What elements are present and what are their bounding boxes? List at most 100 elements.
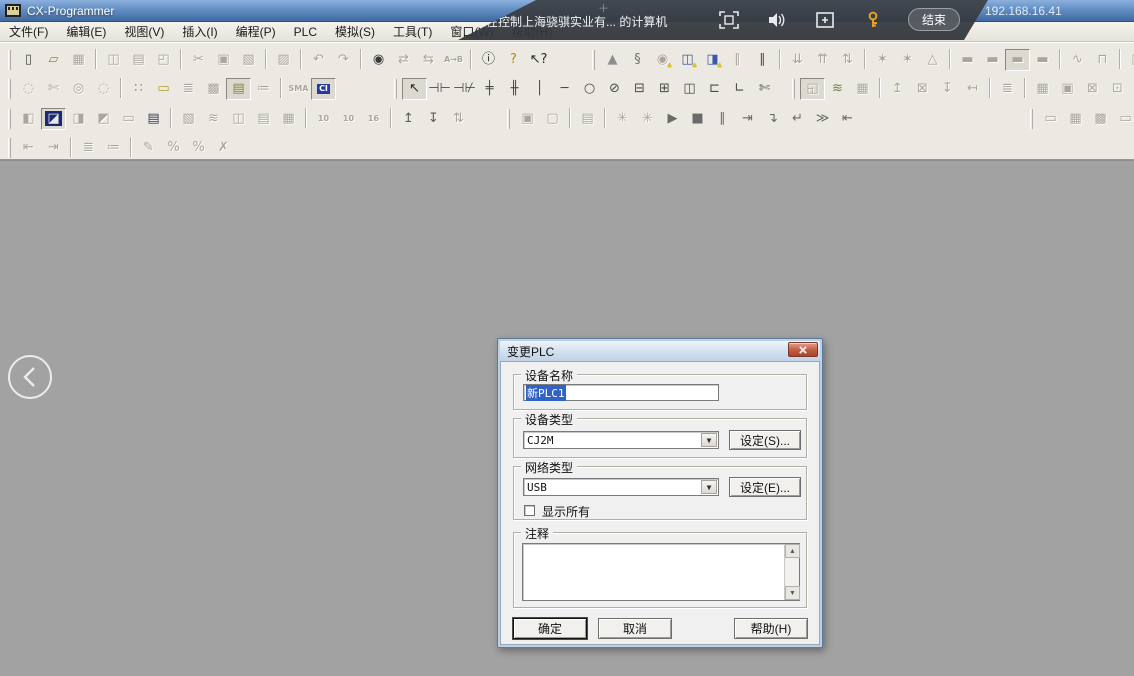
toolbar-grip[interactable] (792, 79, 795, 99)
zoom-to-fit-icon[interactable]: ◌ (16, 78, 41, 100)
monitor-window-icon[interactable]: ▦ (1030, 78, 1055, 100)
toolbar-grip[interactable] (507, 109, 510, 129)
marker-clear-icon[interactable]: ✗ (211, 137, 236, 159)
function-block-icon[interactable]: ◫ (677, 78, 702, 100)
show-all-checkbox[interactable] (524, 505, 535, 516)
rung-annotation-list-icon[interactable]: ≣ (176, 78, 201, 100)
zoom-custom-icon[interactable]: ✄ (41, 78, 66, 100)
ok-button[interactable]: 确定 (513, 618, 587, 639)
work-online-simulator-icon[interactable]: § (625, 49, 650, 71)
pin-icon[interactable]: ＋ (598, 0, 609, 16)
save-project-icon[interactable]: ▦ (66, 49, 91, 71)
help-button[interactable]: 帮助(H) (734, 618, 808, 639)
find-icon[interactable]: ◉ (366, 49, 391, 71)
marker-percent-2-icon[interactable]: % (186, 137, 211, 159)
scroll-down-icon[interactable]: ▼ (785, 586, 800, 600)
menu-edit[interactable]: 编辑(E) (57, 21, 115, 42)
sim-stop-icon[interactable]: ■ (685, 108, 710, 130)
speaker-icon[interactable] (764, 10, 790, 30)
clear-break-points-icon[interactable]: ✳ (635, 108, 660, 130)
line-delete-icon[interactable]: ✄ (752, 78, 777, 100)
style-brush-icon[interactable]: ✎ (136, 137, 161, 159)
toolbar-grip[interactable] (592, 50, 595, 70)
sma-view-icon[interactable]: SMA (286, 78, 311, 100)
sim-step-in-icon[interactable]: ↴ (760, 108, 785, 130)
print-preview-icon[interactable]: ◰ (151, 49, 176, 71)
sim-step-run-icon[interactable]: ⇥ (735, 108, 760, 130)
differential-monitor-icon[interactable]: ∿ (1065, 49, 1090, 71)
cross-reference-icon[interactable]: ◩ (91, 108, 116, 130)
monitor-window-2-icon[interactable]: ▣ (1055, 78, 1080, 100)
block-list-icon[interactable]: ≣ (76, 137, 101, 159)
decimal-monitor-icon[interactable]: 10 (336, 108, 361, 130)
grid-toggle-icon[interactable]: ∷ (126, 78, 151, 100)
compare-with-plc-icon[interactable]: ⇅ (835, 49, 860, 71)
close-window-icon[interactable]: ⊠ (1080, 78, 1105, 100)
device-type-settings-button[interactable]: 设定(S)... (729, 430, 801, 450)
fb-parameter-icon[interactable]: ⊏ (702, 78, 727, 100)
comment-textarea[interactable]: ▲ ▼ (522, 543, 800, 601)
open-project-icon[interactable]: ▱ (41, 49, 66, 71)
stacked-view-icon[interactable]: ≋ (825, 78, 850, 100)
compile-all-icon[interactable]: ✶ (895, 49, 920, 71)
zoom-out-icon[interactable]: ◌ (91, 78, 116, 100)
toolbar-grip[interactable] (8, 50, 11, 70)
rung-wrap-icon[interactable]: ≔ (251, 78, 276, 100)
back-arrow-button[interactable] (8, 355, 52, 399)
local-window-icon[interactable]: ▭ (116, 108, 141, 130)
sim-scan-run-icon[interactable]: ⇤ (835, 108, 860, 130)
horizontal-line-icon[interactable]: ─ (552, 78, 577, 100)
menu-tools[interactable]: 工具(T) (384, 21, 441, 42)
redo-icon[interactable]: ↷ (331, 49, 356, 71)
fullscreen-icon[interactable] (716, 10, 742, 30)
coil-icon[interactable]: ○ (577, 78, 602, 100)
chevron-down-icon[interactable]: ▼ (701, 480, 717, 494)
transfer-from-plc-icon[interactable]: ⇈ (810, 49, 835, 71)
settings-table-icon[interactable]: ▩ (1088, 108, 1113, 130)
hex-monitor-icon[interactable]: 16 (361, 108, 386, 130)
sim-step-out-icon[interactable]: ↵ (785, 108, 810, 130)
check-program-icon[interactable]: ◫ (101, 49, 126, 71)
debug-mode-icon[interactable]: ▬ (980, 49, 1005, 71)
io-comment-icon[interactable]: ▥ (1125, 49, 1134, 71)
watch-window-list-icon[interactable]: ≣ (995, 78, 1020, 100)
or-contact-nc-icon[interactable]: ╫ (502, 78, 527, 100)
online-edit-icon[interactable]: △ (920, 49, 945, 71)
transfer-to-plc-icon[interactable]: ⇊ (785, 49, 810, 71)
monitor-mode-icon[interactable]: ▬ (1005, 49, 1030, 71)
menu-view[interactable]: 视图(V) (115, 21, 173, 42)
device-name-input[interactable]: 新PLC1 (523, 384, 719, 401)
comment-scrollbar[interactable]: ▲ ▼ (784, 544, 799, 600)
memory-card-icon[interactable]: ▭ (1113, 108, 1134, 130)
dialog-titlebar[interactable]: 变更PLC (500, 341, 820, 361)
scroll-up-icon[interactable]: ▲ (785, 544, 800, 558)
views-diagram-icon[interactable]: ◱ (800, 78, 825, 100)
key-icon[interactable] (860, 10, 886, 30)
sim-run-icon[interactable]: ▶ (660, 108, 685, 130)
program-mode-icon[interactable]: ▬ (955, 49, 980, 71)
toolbar-grip[interactable] (394, 79, 397, 99)
find-transfer-icon[interactable]: ⇄ (391, 49, 416, 71)
watch-sheet-icon[interactable]: ◨ (66, 108, 91, 130)
toolbar-grip[interactable] (8, 79, 11, 99)
ci-view-icon[interactable]: CI (311, 78, 336, 100)
replace-a-b-icon[interactable]: A→B (441, 49, 466, 71)
select-tool-icon[interactable]: ↖ (402, 78, 427, 100)
vertical-line-icon[interactable]: │ (527, 78, 552, 100)
force-reset-icon[interactable]: ↧ (421, 108, 446, 130)
instruction-icon[interactable]: ⊟ (627, 78, 652, 100)
run-mode-icon[interactable]: ▬ (1030, 49, 1055, 71)
menu-plc[interactable]: PLC (285, 23, 326, 41)
pause-icon[interactable]: ∥ (725, 49, 750, 71)
io-comment-view-icon[interactable]: ▦ (850, 78, 875, 100)
insert-rung-above-icon[interactable]: ↥ (885, 78, 910, 100)
copy-icon[interactable]: ▣ (211, 49, 236, 71)
online-edit-cancel-icon[interactable]: ▢ (540, 108, 565, 130)
indent-decrease-icon[interactable]: ⇤ (16, 137, 41, 159)
rung-comment-icon[interactable]: ▭ (151, 78, 176, 100)
menu-program[interactable]: 编程(P) (227, 21, 285, 42)
close-icon[interactable] (788, 342, 818, 357)
closed-coil-icon[interactable]: ⊘ (602, 78, 627, 100)
comment-tool-icon[interactable]: ≋ (201, 108, 226, 130)
toolbar-grip[interactable] (8, 109, 11, 129)
